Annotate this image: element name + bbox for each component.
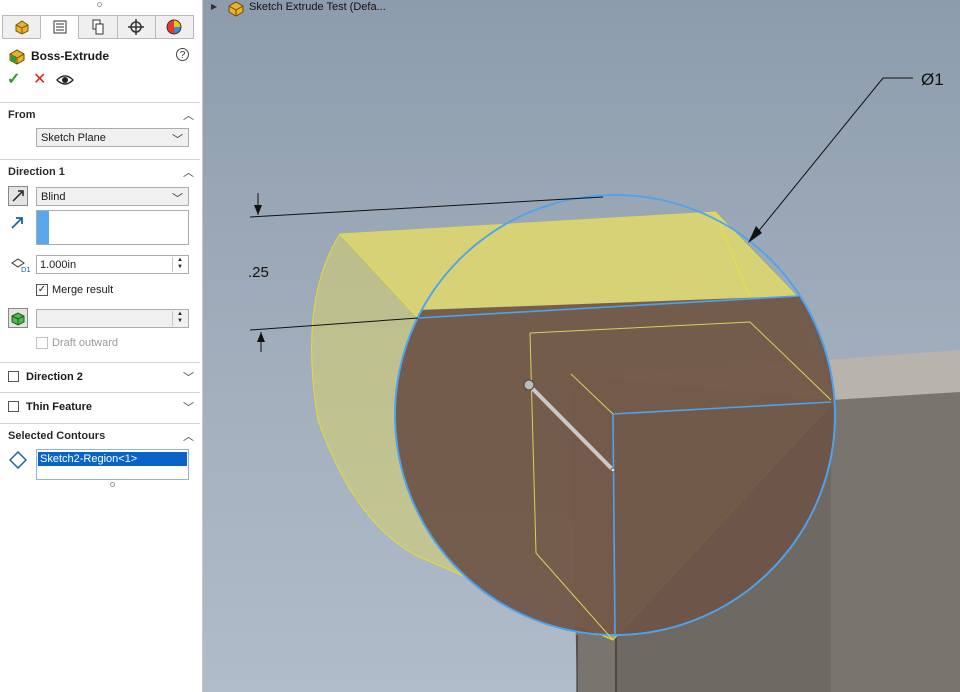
chevron-up-icon: ︿ [183,167,194,179]
dimension-arrow [257,332,265,342]
depth-value: 1.000in [40,259,77,271]
feature-manager-icon [15,20,29,35]
dimension-arrow [254,205,262,215]
drag-handle-knob[interactable] [523,379,535,391]
feature-title: Boss-Extrude [31,49,110,63]
panel-tab-bar [2,15,195,39]
end-condition-select[interactable]: Blind ﹀ [36,187,189,206]
diameter-arrow [748,226,762,243]
dimension-line [249,196,604,218]
section-direction1-label: Direction 1 [8,166,65,178]
section-thin-feature-label: Thin Feature [26,401,93,413]
draft-outward-label: Draft outward [52,337,119,349]
selection-color-swatch [37,211,49,244]
draft-toggle-button[interactable] [8,308,28,328]
section-selected-contours-header[interactable]: Selected Contours ︿ [0,423,200,445]
section-direction1-header[interactable]: Direction 1 ︿ [0,159,200,181]
tab-feature-manager[interactable] [2,15,41,39]
draft-icon [11,312,25,326]
svg-text:D1: D1 [21,266,31,273]
reverse-direction-icon [12,190,24,202]
reverse-direction-button[interactable] [8,186,28,206]
tab-display-manager[interactable] [154,15,195,39]
tab-property-manager[interactable] [40,15,79,39]
drag-handle-end[interactable] [610,467,616,473]
draft-angle-spinner[interactable]: ▲ ▼ [172,311,187,326]
section-from-header[interactable]: From ︿ [0,102,200,124]
section-direction2-label: Direction 2 [26,371,83,383]
from-select-value: Sketch Plane [41,132,106,144]
section-selected-contours-label: Selected Contours [8,430,106,442]
chevron-down-icon: ﹀ [172,134,183,146]
dimxpert-icon [128,19,145,35]
model-view[interactable] [203,0,960,692]
contour-icon [9,451,27,469]
display-manager-icon [166,19,182,35]
ok-button[interactable]: ✓ [7,71,20,89]
selected-contours-list[interactable]: Sketch2-Region<1> [36,449,189,480]
action-buttons-row: ✓ ✕ [0,71,200,91]
list-item[interactable]: Sketch2-Region<1> [38,452,187,466]
chevron-down-icon: ﹀ [183,402,194,414]
eye-icon[interactable] [56,74,74,86]
diameter-leader [752,77,913,239]
direction-arrow-icon [11,217,23,229]
part-name: Sketch Extrude Test (Defa... [249,1,386,13]
section-direction2-header[interactable]: Direction 2 ﹀ [0,362,200,390]
thin-feature-checkbox[interactable] [8,401,19,412]
cancel-button[interactable]: ✕ [33,71,46,89]
configuration-manager-icon [92,19,104,35]
end-condition-value: Blind [41,191,66,203]
chevron-up-icon: ︿ [183,431,194,443]
property-manager-panel: Boss-Extrude ? ✓ ✕ From ︿ Sketch Plane ﹀… [0,0,203,692]
panel-grip-top[interactable] [97,2,102,7]
tab-configuration-manager[interactable] [78,15,117,39]
diameter-dimension-text[interactable]: Ø1 [921,70,944,90]
help-icon[interactable]: ? [176,48,189,61]
draft-outward-checkbox [36,337,48,349]
draft-angle-input[interactable]: ▲ ▼ [36,309,189,328]
direction2-checkbox[interactable] [8,371,19,382]
list-resize-grip[interactable] [110,482,115,487]
graphics-viewport[interactable]: ▶ Sketch Extrude Test (Defa... Ø1 .25 [203,0,960,692]
merge-result-checkbox[interactable]: ✓ [36,284,48,296]
depth-input[interactable]: 1.000in ▲ ▼ [36,255,189,274]
part-icon [228,1,244,17]
depth-spinner[interactable]: ▲ ▼ [172,257,187,272]
chevron-down-icon: ﹀ [172,193,183,205]
boss-extrude-icon [9,49,25,65]
expand-arrow-icon[interactable]: ▶ [211,2,217,11]
height-dimension-text[interactable]: .25 [248,264,269,281]
merge-result-label: Merge result [52,284,114,296]
section-thin-feature-header[interactable]: Thin Feature ﹀ [0,392,200,420]
property-manager-icon [53,20,67,34]
section-from-label: From [8,109,36,121]
from-select[interactable]: Sketch Plane ﹀ [36,128,189,147]
direction-reference-list[interactable] [36,210,189,245]
depth-icon: D1 [11,258,31,273]
feature-title-row: Boss-Extrude ? [0,46,200,66]
chevron-down-icon: ﹀ [183,372,194,384]
chevron-up-icon: ︿ [183,110,194,122]
tab-dimxpert[interactable] [116,15,155,39]
